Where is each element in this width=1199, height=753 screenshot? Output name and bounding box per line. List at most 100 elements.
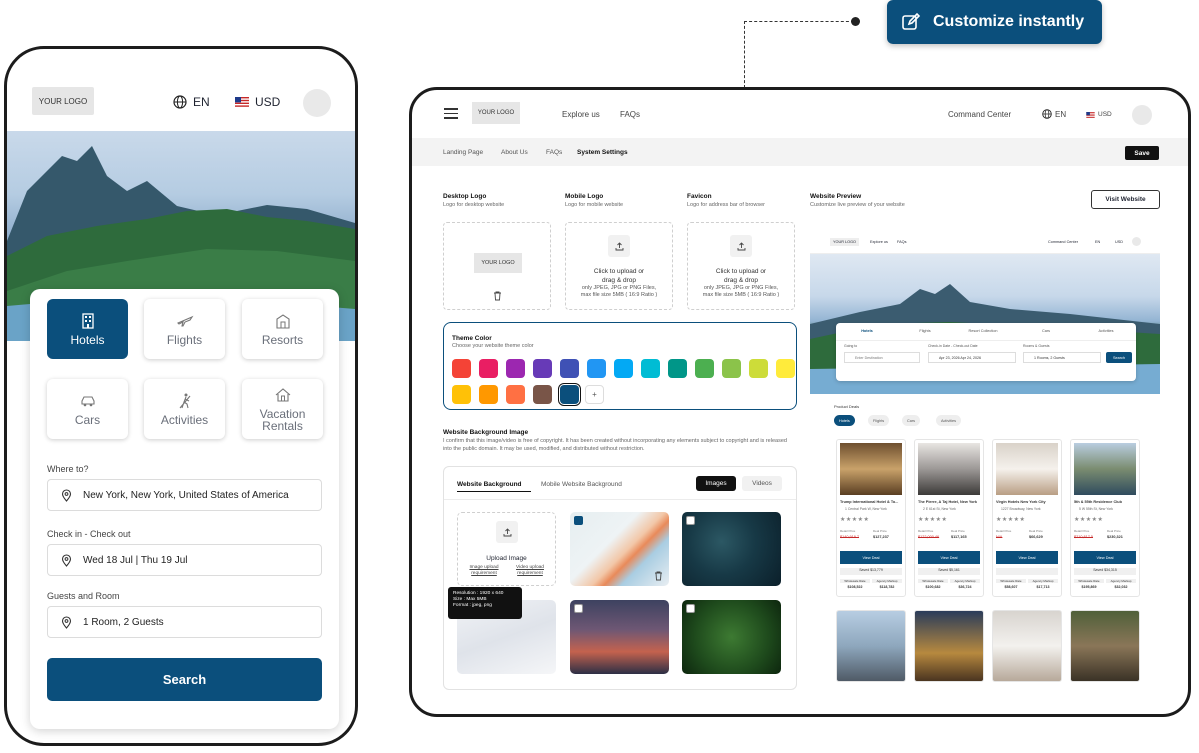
color-swatch[interactable]	[479, 385, 498, 404]
mobile-logo: YOUR LOGO	[32, 87, 94, 115]
desktop-logo-upload[interactable]: YOUR LOGO	[443, 222, 551, 310]
color-swatch[interactable]	[506, 385, 525, 404]
hotel-image	[918, 443, 980, 495]
retail-price: $210,817.5	[1074, 535, 1094, 539]
color-swatch[interactable]	[479, 359, 498, 378]
upload-background[interactable]: Upload Image Image upload requirement Vi…	[457, 512, 556, 586]
category-hotels[interactable]: Hotels	[47, 299, 128, 359]
color-swatch[interactable]	[668, 359, 687, 378]
desktop-mockup: YOUR LOGO Explore us FAQs Command Center…	[409, 87, 1191, 717]
hotel-card-image	[1070, 610, 1140, 682]
preview-search-box: Hotels Flights Resort Collection Cars Ac…	[836, 323, 1136, 381]
wholesale-rate: $100,682	[925, 585, 941, 589]
category-flights[interactable]: Flights	[144, 299, 225, 359]
tab-website-background[interactable]: Website Background	[457, 481, 522, 488]
currency-selector[interactable]: USD	[235, 95, 280, 109]
currency-selector[interactable]: USD	[1086, 111, 1112, 118]
hotel-card[interactable]: Virgin Hotels New York City 1227 Broadway…	[992, 439, 1062, 597]
location-pin-icon	[61, 615, 72, 629]
bg-thumbnail[interactable]	[570, 600, 669, 674]
color-swatch[interactable]	[641, 359, 660, 378]
category-resorts[interactable]: Resorts	[242, 299, 323, 359]
color-swatch[interactable]	[722, 359, 741, 378]
guests-input[interactable]: 1 Room, 2 Guests	[47, 606, 322, 638]
trash-icon[interactable]	[493, 291, 502, 301]
tab-mobile-background[interactable]: Mobile Website Background	[541, 481, 622, 488]
color-swatch[interactable]	[452, 359, 471, 378]
retail-price: N/A	[996, 535, 1003, 539]
color-swatch[interactable]	[587, 359, 606, 378]
globe-icon	[1042, 109, 1052, 119]
hotel-card[interactable]: The Pierre, A Taj Hotel, New York 2 E 61s…	[914, 439, 984, 597]
hotel-name: Trump International Hotel & To...	[840, 500, 899, 504]
save-button[interactable]: Save	[1125, 146, 1159, 160]
saved-badge	[996, 568, 1058, 575]
retail-price: $140,919.7	[840, 535, 860, 539]
deal-tab[interactable]: Cars	[902, 415, 921, 426]
checkbox[interactable]	[574, 604, 583, 613]
color-swatch[interactable]	[560, 359, 579, 378]
hotel-address: 1227 Broadway, New York	[1001, 507, 1041, 511]
agency-markup: $32,032	[1114, 585, 1128, 589]
upload-icon	[496, 521, 518, 543]
hotel-name: 5th & 55th Residence Club	[1074, 500, 1122, 504]
view-deal-button[interactable]: View Deal	[1074, 551, 1136, 564]
hotel-address: 2 E 61st St, New York	[923, 507, 956, 511]
color-swatch[interactable]	[558, 383, 581, 406]
subnav-faqs[interactable]: FAQs	[546, 149, 562, 156]
view-deal-button[interactable]: View Deal	[840, 551, 902, 564]
subnav-landing-page[interactable]: Landing Page	[443, 149, 483, 156]
saved-badge: Saved $34,315	[1074, 568, 1136, 575]
deal-tab[interactable]: Flights	[868, 415, 890, 426]
trash-icon[interactable]	[654, 571, 663, 581]
deal-tab[interactable]: Activities	[936, 415, 961, 426]
color-swatch[interactable]	[776, 359, 795, 378]
color-swatch[interactable]	[695, 359, 714, 378]
hamburger-icon[interactable]	[444, 108, 458, 122]
favicon-upload[interactable]: Click to upload or drag & drop only JPEG…	[687, 222, 795, 310]
bg-thumbnail[interactable]	[570, 512, 669, 586]
bg-thumbnail[interactable]	[682, 512, 781, 586]
nav-explore[interactable]: Explore us	[562, 110, 600, 119]
avatar[interactable]	[1132, 105, 1152, 125]
checkbox[interactable]	[686, 604, 695, 613]
language-selector[interactable]: EN	[173, 95, 210, 109]
hotel-card[interactable]: Trump International Hotel & To... 1 Centr…	[836, 439, 906, 597]
category-activities[interactable]: Activities	[144, 379, 225, 439]
mobile-logo-upload[interactable]: Click to upload or drag & drop only JPEG…	[565, 222, 673, 310]
subnav-system-settings[interactable]: System Settings	[577, 149, 628, 156]
image-requirement-link[interactable]: Image upload requirement	[464, 565, 504, 576]
bg-thumbnail[interactable]	[682, 600, 781, 674]
visit-website-button[interactable]: Visit Website	[1091, 190, 1160, 209]
destination-input[interactable]: New York, New York, United States of Ame…	[47, 479, 322, 511]
deal-tab[interactable]: Hotels	[834, 415, 855, 426]
toggle-videos[interactable]: Videos	[742, 476, 782, 491]
dates-input[interactable]: Wed 18 Jul | Thu 19 Jul	[47, 544, 322, 576]
color-swatch[interactable]	[533, 385, 552, 404]
selected-checkbox[interactable]	[574, 516, 583, 525]
category-vacation-rentals[interactable]: Vacation Rentals	[242, 379, 323, 439]
checkbox[interactable]	[686, 516, 695, 525]
color-swatch[interactable]	[533, 359, 552, 378]
add-color-button[interactable]: +	[585, 385, 604, 404]
color-swatch[interactable]	[506, 359, 525, 378]
top-nav: YOUR LOGO Explore us FAQs Command Center…	[412, 90, 1188, 138]
deal-price: $127,237	[873, 535, 889, 539]
color-swatch[interactable]	[452, 385, 471, 404]
color-swatch[interactable]	[614, 359, 633, 378]
mobile-mockup: YOUR LOGO EN USD Hotels Flights Resorts	[4, 46, 358, 746]
subnav-about-us[interactable]: About Us	[501, 149, 528, 156]
language-selector[interactable]: EN	[1042, 109, 1066, 119]
avatar[interactable]	[303, 89, 331, 117]
hotel-card[interactable]: 5th & 55th Residence Club 5 W 55th St, Ne…	[1070, 439, 1140, 597]
nav-faqs[interactable]: FAQs	[620, 110, 640, 119]
toggle-images[interactable]: Images	[696, 476, 736, 491]
video-requirement-link[interactable]: Video upload requirement	[510, 565, 550, 576]
view-deal-button[interactable]: View Deal	[996, 551, 1058, 564]
view-deal-button[interactable]: View Deal	[918, 551, 980, 564]
category-cars[interactable]: Cars	[47, 379, 128, 439]
nav-command-center[interactable]: Command Center	[948, 110, 1011, 119]
car-icon	[80, 396, 95, 407]
search-button[interactable]: Search	[47, 658, 322, 701]
color-swatch[interactable]	[749, 359, 768, 378]
